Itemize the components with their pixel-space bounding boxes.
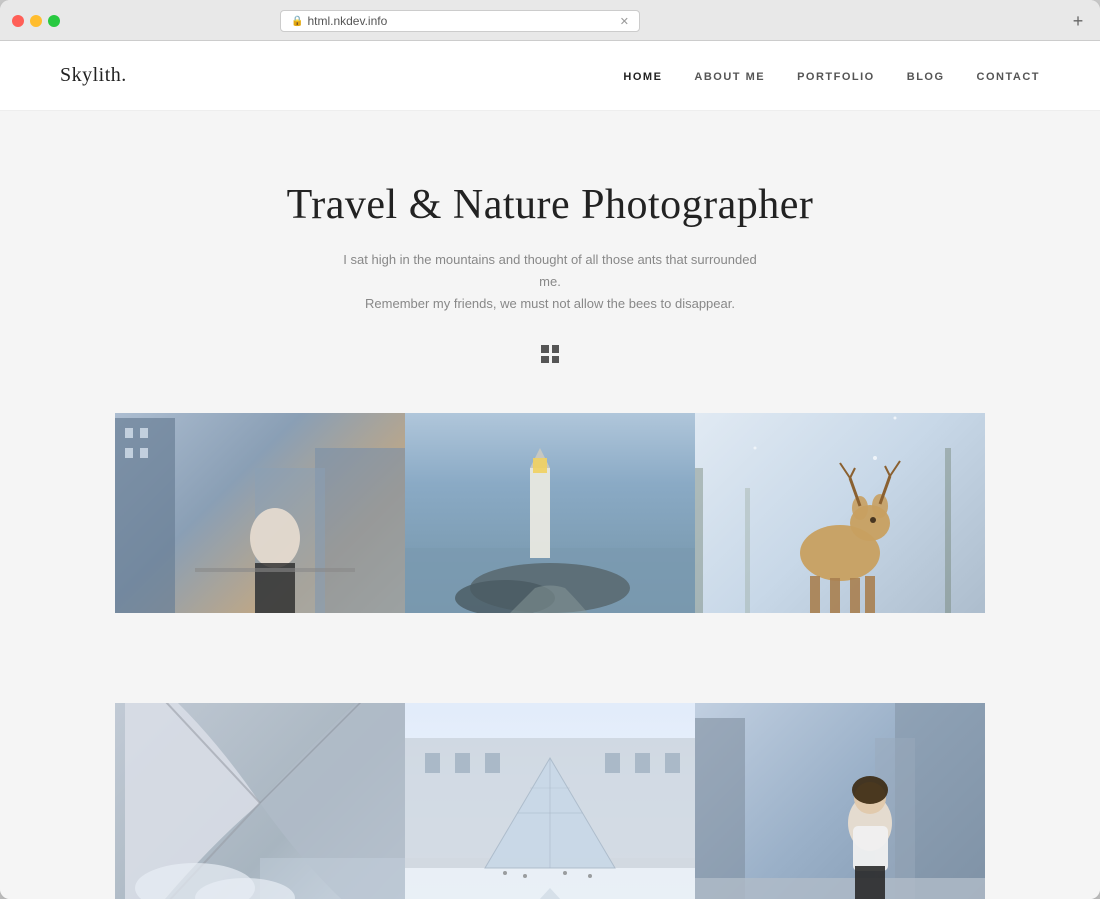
gallery-item-6[interactable]: [695, 703, 985, 899]
nav-link-home[interactable]: HOME: [623, 71, 662, 83]
gallery-item-1[interactable]: [115, 413, 405, 703]
nav-link-about[interactable]: ABOUT ME: [694, 71, 765, 83]
nav-item-portfolio[interactable]: PORTFOLIO: [797, 67, 875, 85]
nav-item-about[interactable]: ABOUT ME: [694, 67, 765, 85]
nav-item-contact[interactable]: CONTACT: [977, 67, 1040, 85]
site-logo[interactable]: Skylith.: [60, 64, 127, 87]
gallery-item-4[interactable]: [115, 703, 405, 899]
website-content: Skylith. HOME ABOUT ME PORTFOLIO BLOG CO…: [0, 41, 1100, 899]
gallery-item-3[interactable]: [695, 413, 985, 703]
gallery-item-2[interactable]: [405, 413, 695, 703]
close-button[interactable]: [12, 15, 24, 27]
new-tab-button[interactable]: +: [1068, 11, 1088, 31]
hero-subtitle-line1: I sat high in the mountains and thought …: [343, 252, 756, 289]
hero-subtitle: I sat high in the mountains and thought …: [340, 249, 760, 315]
lock-icon: 🔒: [291, 16, 303, 27]
nav-link-contact[interactable]: CONTACT: [977, 71, 1040, 83]
grid-view-icon[interactable]: [20, 345, 1080, 363]
nav-link-blog[interactable]: BLOG: [907, 71, 945, 83]
url-text: html.nkdev.info: [307, 14, 387, 28]
nav-link-portfolio[interactable]: PORTFOLIO: [797, 71, 875, 83]
gallery-item-5[interactable]: [405, 703, 695, 899]
maximize-button[interactable]: [48, 15, 60, 27]
navigation: Skylith. HOME ABOUT ME PORTFOLIO BLOG CO…: [0, 41, 1100, 111]
browser-window: 🔒 html.nkdev.info ✕ + Skylith. HOME ABOU…: [0, 0, 1100, 899]
hero-section: Travel & Nature Photographer I sat high …: [0, 111, 1100, 403]
tab-close-button[interactable]: ✕: [620, 15, 629, 28]
browser-chrome: 🔒 html.nkdev.info ✕ +: [0, 0, 1100, 41]
minimize-button[interactable]: [30, 15, 42, 27]
hero-subtitle-line2: Remember my friends, we must not allow t…: [365, 296, 735, 311]
nav-item-blog[interactable]: BLOG: [907, 67, 945, 85]
nav-item-home[interactable]: HOME: [623, 67, 662, 85]
address-bar[interactable]: 🔒 html.nkdev.info ✕: [280, 10, 640, 32]
nav-links: HOME ABOUT ME PORTFOLIO BLOG CONTACT: [623, 67, 1040, 85]
traffic-lights: [12, 15, 60, 27]
photo-gallery: [115, 413, 985, 899]
hero-title: Travel & Nature Photographer: [20, 181, 1080, 229]
